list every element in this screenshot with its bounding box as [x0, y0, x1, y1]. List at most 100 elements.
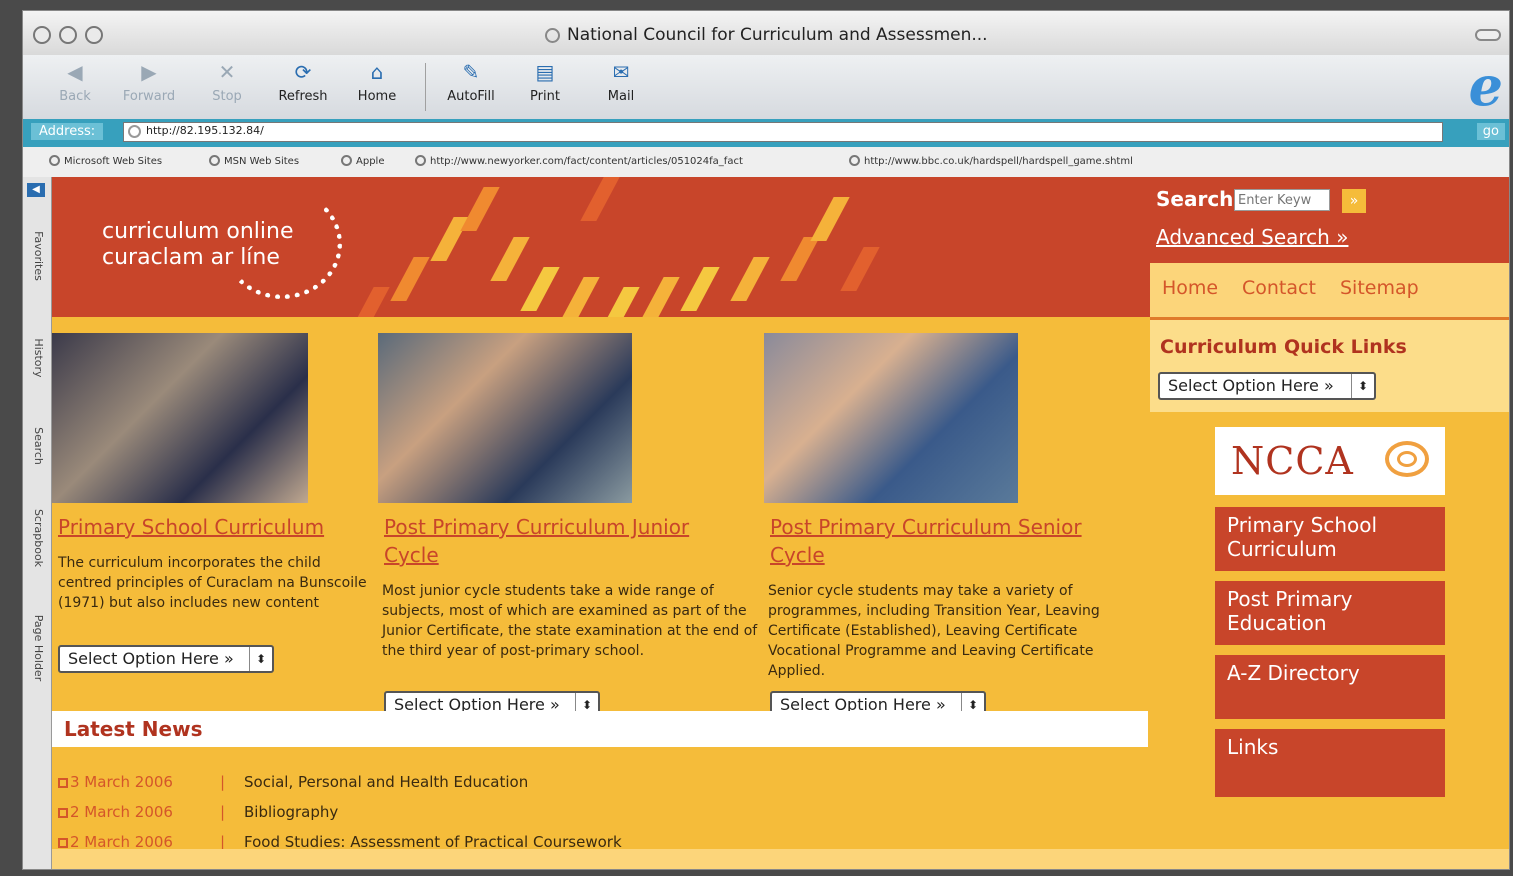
advanced-search-link[interactable]: Advanced Search » [1156, 225, 1348, 249]
news-date: 2 March 2006 [70, 803, 173, 821]
page-globe-icon [128, 125, 141, 138]
web-page: curriculum online curaclam ar líne Searc… [52, 177, 1509, 869]
junior-cycle-title-link[interactable]: Post Primary Curriculum Junior Cycle [384, 513, 724, 569]
stop-label: Stop [212, 89, 242, 104]
top-navigation: Home Contact Sitemap [1150, 263, 1509, 320]
home-button[interactable]: ⌂ Home [347, 61, 407, 104]
back-button[interactable]: ◀ Back [45, 61, 105, 104]
primary-school-title-link[interactable]: Primary School Curriculum [58, 513, 358, 541]
mail-button[interactable]: ✉ Mail [591, 61, 651, 104]
search-go-button[interactable]: » [1342, 189, 1366, 213]
autofill-label: AutoFill [447, 89, 495, 104]
favorite-label: http://www.newyorker.com/fact/content/ar… [430, 156, 743, 167]
refresh-icon: ⟳ [294, 60, 312, 84]
apple-icon [341, 155, 352, 166]
tab-favorites[interactable]: Favorites [27, 211, 49, 301]
globe-icon [849, 155, 860, 166]
tab-scrapbook[interactable]: Scrapbook [27, 493, 49, 583]
favorite-item[interactable]: http://www.newyorker.com/fact/content/ar… [415, 155, 743, 167]
favorite-item[interactable]: Apple [341, 155, 384, 167]
collapse-sidebar-icon[interactable]: ◀ [27, 183, 45, 197]
select-value: Select Option Here » [68, 649, 234, 668]
print-label: Print [530, 89, 560, 104]
primary-school-select[interactable]: Select Option Here » ⬍ [58, 645, 274, 673]
address-field[interactable]: http://82.195.132.84/ [123, 122, 1443, 142]
stop-button[interactable]: ✕ Stop [197, 61, 257, 104]
quick-links-panel: Curriculum Quick Links Select Option Her… [1150, 320, 1509, 412]
news-bullet-icon [58, 808, 68, 818]
search-label: Search [1156, 187, 1234, 211]
window-title: National Council for Curriculum and Asse… [567, 25, 988, 45]
primary-school-photo [52, 333, 308, 503]
autofill-icon: ✎ [462, 60, 480, 84]
tab-history[interactable]: History [27, 313, 49, 403]
news-bullet-icon [58, 838, 68, 848]
print-icon: ▤ [535, 60, 555, 84]
stop-x-icon: ✕ [218, 60, 236, 84]
toolbar-toggle-button[interactable] [1475, 29, 1501, 41]
nav-contact-link[interactable]: Contact [1242, 277, 1316, 299]
print-button[interactable]: ▤ Print [515, 61, 575, 104]
refresh-label: Refresh [278, 89, 328, 104]
msn-icon [49, 155, 60, 166]
refresh-button[interactable]: ⟳ Refresh [273, 61, 333, 104]
minimize-window-button[interactable] [59, 26, 77, 44]
news-bullet-icon [58, 778, 68, 788]
address-label: Address: [31, 123, 104, 140]
globe-icon [415, 155, 426, 166]
autofill-button[interactable]: ✎ AutoFill [441, 61, 501, 104]
ncca-logo-text: NCCA [1231, 439, 1354, 483]
quick-links-title: Curriculum Quick Links [1160, 336, 1407, 358]
favorite-label: http://www.bbc.co.uk/hardspell/hardspell… [864, 156, 1133, 167]
nav-sitemap-link[interactable]: Sitemap [1340, 277, 1419, 299]
favorite-item[interactable]: Microsoft Web Sites [49, 155, 162, 167]
primary-school-description: The curriculum incorporates the child ce… [58, 555, 367, 611]
forward-arrow-icon: ▶ [141, 60, 157, 84]
side-links-button[interactable]: Links [1215, 729, 1445, 797]
browser-window: National Council for Curriculum and Asse… [22, 10, 1510, 870]
latest-news-title: Latest News [64, 717, 203, 741]
favorite-item[interactable]: MSN Web Sites [209, 155, 299, 167]
latest-news-header: Latest News [52, 711, 1148, 747]
news-headline: Social, Personal and Health Education [244, 773, 529, 791]
favorite-label: Apple [356, 156, 385, 167]
senior-cycle-title-link[interactable]: Post Primary Curriculum Senior Cycle [770, 513, 1110, 569]
back-label: Back [59, 89, 91, 104]
side-primary-school-button[interactable]: Primary School Curriculum [1215, 507, 1445, 571]
tab-search[interactable]: Search [27, 401, 49, 491]
search-panel: Search » Advanced Search » [1150, 177, 1509, 263]
side-az-directory-button[interactable]: A-Z Directory [1215, 655, 1445, 719]
mail-label: Mail [607, 89, 635, 104]
ncca-logo[interactable]: NCCA [1215, 427, 1445, 495]
forward-button[interactable]: ▶ Forward [119, 61, 179, 104]
news-item[interactable]: 2 March 2006 | Bibliography [58, 803, 338, 825]
logo-swirl-graphic [222, 189, 342, 299]
news-item[interactable]: 3 March 2006 | Social, Personal and Health… [58, 773, 528, 795]
site-header: curriculum online curaclam ar líne [52, 177, 1150, 317]
junior-cycle-description: Most junior cycle students take a wide r… [382, 583, 758, 659]
news-separator: | [220, 773, 226, 791]
select-arrows-icon: ⬍ [249, 647, 272, 671]
senior-cycle-photo [764, 333, 1018, 503]
address-bar: Address: http://82.195.132.84/ go [23, 119, 1509, 147]
favorite-item[interactable]: http://www.bbc.co.uk/hardspell/hardspell… [849, 155, 1133, 167]
close-window-button[interactable] [33, 26, 51, 44]
nav-home-link[interactable]: Home [1162, 277, 1218, 299]
go-button[interactable]: go [1476, 123, 1505, 140]
favorites-bar: Microsoft Web Sites MSN Web Sites Apple … [23, 147, 1509, 178]
select-arrows-icon: ⬍ [1351, 374, 1374, 398]
news-date: 3 March 2006 [70, 773, 173, 791]
browser-toolbar: ◀ Back ▶ Forward ✕ Stop ⟳ Refresh ⌂ Home… [23, 55, 1509, 121]
page-globe-icon [545, 28, 560, 43]
zoom-window-button[interactable] [85, 26, 103, 44]
search-input[interactable] [1234, 189, 1330, 211]
ncca-swirl-icon [1385, 441, 1429, 477]
side-post-primary-button[interactable]: Post Primary Education [1215, 581, 1445, 645]
favorite-label: Microsoft Web Sites [64, 156, 163, 167]
home-label: Home [357, 89, 397, 104]
quick-links-select[interactable]: Select Option Here » ⬍ [1158, 372, 1376, 400]
favorite-label: MSN Web Sites [224, 156, 300, 167]
news-headline: Bibliography [244, 803, 339, 821]
home-icon: ⌂ [370, 60, 384, 84]
tab-page-holder[interactable]: Page Holder [27, 603, 49, 693]
